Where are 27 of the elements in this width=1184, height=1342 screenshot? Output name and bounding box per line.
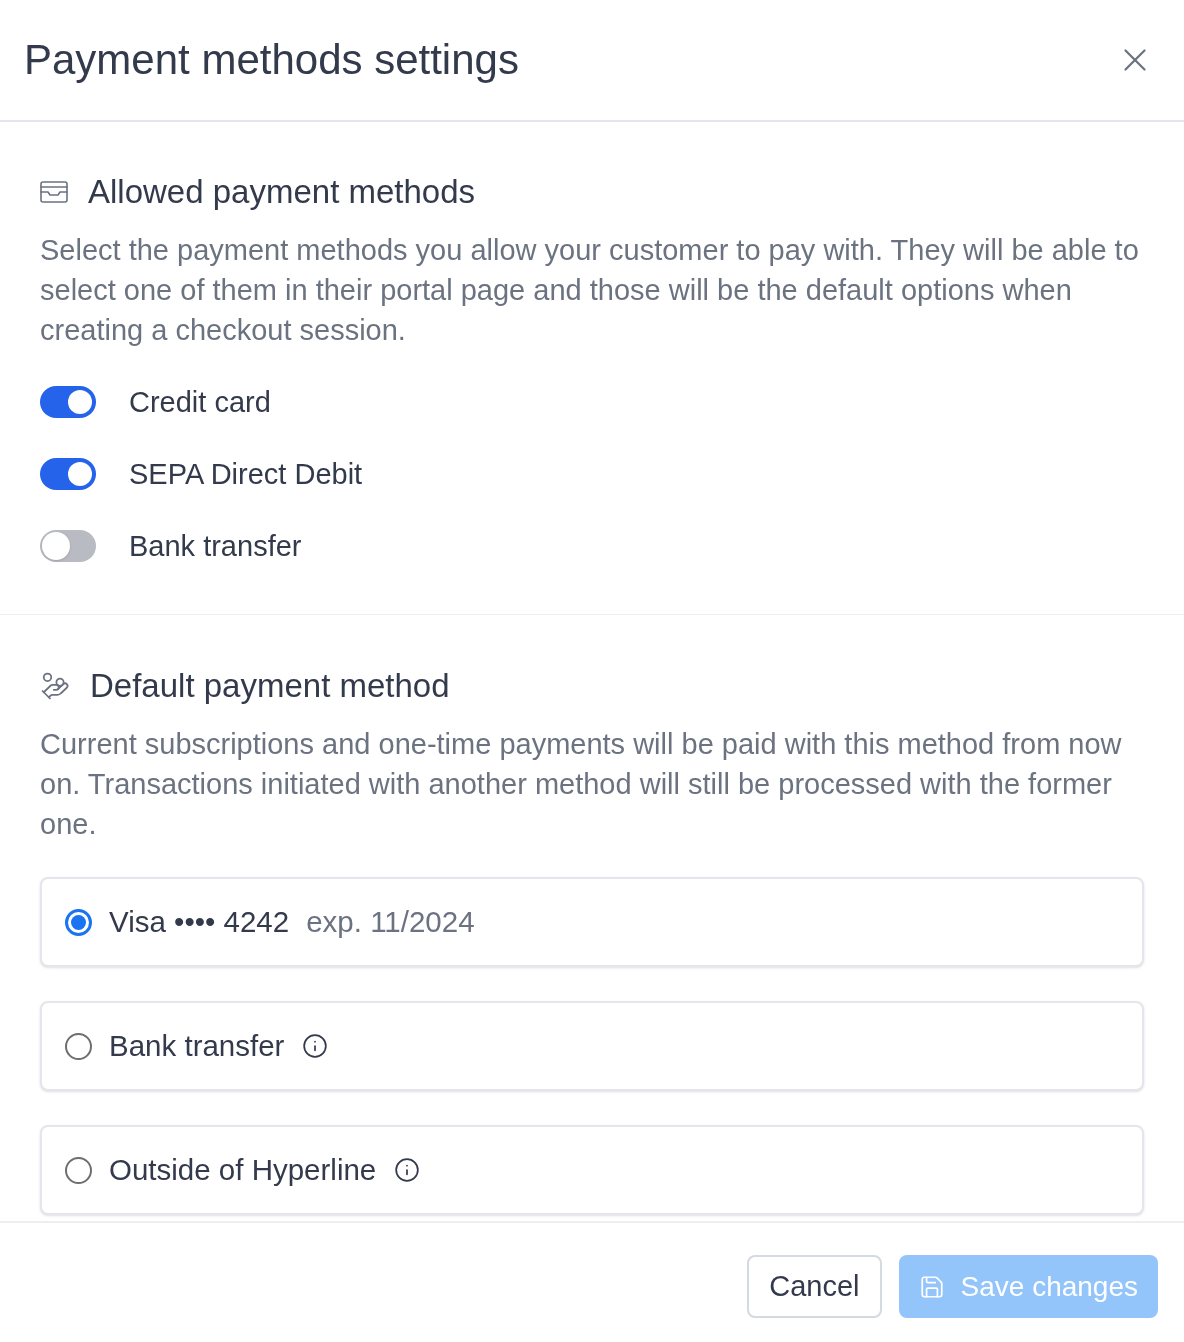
info-icon[interactable] <box>394 1157 421 1183</box>
cancel-button[interactable]: Cancel <box>747 1255 882 1318</box>
radio-button[interactable] <box>65 908 92 936</box>
section-description: Select the payment methods you allow your customer to pay with. They will be able to select one of them in their portal page and those will be the default options when creating a checkout session. <box>40 233 1140 348</box>
toggle-switch[interactable] <box>40 386 96 418</box>
expiry-date: exp. 11/2024 <box>306 904 475 940</box>
option-label: Outside of Hyperline <box>109 1152 377 1188</box>
info-icon[interactable] <box>302 1033 329 1059</box>
radio-button[interactable] <box>65 1156 92 1184</box>
save-icon <box>918 1273 945 1300</box>
section-heading: Allowed payment methods <box>88 172 476 212</box>
method-label: Bank transfer <box>129 529 302 564</box>
section-description: Current subscriptions and one-time payments will be paid with this method from now on. Transactions initiated with another method will still be processed with the former one. <box>40 727 1123 842</box>
section-heading: Default payment method <box>90 666 450 706</box>
method-label: SEPA Direct Debit <box>129 457 363 492</box>
payment-option[interactable]: Bank transfer <box>40 1001 1144 1091</box>
radio-button[interactable] <box>65 1032 92 1060</box>
payment-option[interactable]: Outside of Hyperline <box>40 1125 1144 1215</box>
payment-option[interactable]: Visa •••• 4242 exp. 11/2024 <box>40 877 1144 967</box>
method-label: Credit card <box>129 385 271 420</box>
toggle-switch[interactable] <box>40 530 96 562</box>
option-label: Bank transfer <box>109 1028 285 1064</box>
hand-coins-icon <box>40 671 70 701</box>
option-label: Visa •••• 4242 <box>109 904 290 940</box>
toggle-switch[interactable] <box>40 458 96 490</box>
dialog-title: Payment methods settings <box>24 35 519 85</box>
card-icon <box>40 181 68 203</box>
